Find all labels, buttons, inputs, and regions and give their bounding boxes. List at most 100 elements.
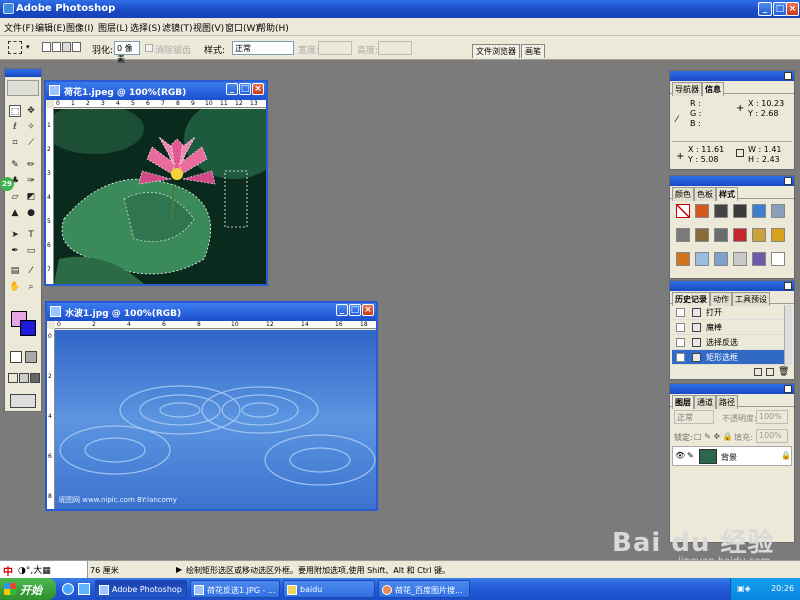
background-color-swatch[interactable] bbox=[20, 320, 36, 336]
style-swatch[interactable] bbox=[752, 228, 766, 242]
menu-help[interactable]: 帮助(H) bbox=[257, 21, 289, 34]
tab-channels[interactable]: 通道 bbox=[694, 395, 716, 409]
close-button[interactable]: × bbox=[786, 2, 799, 16]
antialias-checkbox[interactable] bbox=[145, 44, 153, 52]
document-title-bar[interactable]: 水波1.jpg @ 100%(RGB) _ □ × bbox=[47, 303, 376, 321]
quickmask-mode-icon[interactable] bbox=[25, 351, 37, 363]
style-swatch[interactable] bbox=[676, 252, 690, 266]
standard-mode-icon[interactable] bbox=[10, 351, 22, 363]
tab-tool-presets[interactable]: 工具预设 bbox=[732, 292, 770, 306]
tab-color[interactable]: 颜色 bbox=[672, 187, 694, 201]
history-item[interactable]: 选择反选 bbox=[672, 335, 792, 350]
height-input[interactable] bbox=[378, 41, 412, 55]
healing-brush-icon[interactable]: ✎ bbox=[9, 159, 21, 171]
eraser-tool-icon[interactable]: ▱ bbox=[9, 191, 21, 203]
task-baidu-folder[interactable]: baidu bbox=[283, 580, 375, 598]
gradient-tool-icon[interactable]: ◩ bbox=[25, 191, 37, 203]
style-swatch[interactable] bbox=[695, 204, 709, 218]
tab-styles[interactable]: 样式 bbox=[716, 187, 738, 201]
new-selection-icon[interactable] bbox=[42, 42, 51, 52]
document-window-water[interactable]: 水波1.jpg @ 100%(RGB) _ □ × 0 2 4 6 8 10 12 14 16 1… bbox=[45, 301, 378, 511]
opacity-input[interactable]: 100% bbox=[756, 410, 788, 424]
panel-header[interactable] bbox=[670, 384, 794, 394]
tab-navigator[interactable]: 导航器 bbox=[672, 82, 702, 96]
photoshop-eye-icon[interactable] bbox=[7, 80, 39, 96]
history-scrollbar[interactable] bbox=[784, 305, 792, 365]
lasso-tool-icon[interactable]: ℓ bbox=[9, 121, 21, 133]
style-swatch[interactable] bbox=[714, 252, 728, 266]
ie-icon[interactable] bbox=[62, 583, 74, 595]
ime-bar[interactable]: 中 ◑°,大▦ bbox=[0, 561, 88, 578]
style-swatch[interactable] bbox=[752, 252, 766, 266]
screen-mode-full-menu-icon[interactable] bbox=[19, 373, 29, 383]
menu-filter[interactable]: 滤镜(T) bbox=[162, 21, 193, 34]
history-state-checkbox[interactable] bbox=[676, 323, 685, 332]
menu-layer[interactable]: 图层(L) bbox=[98, 21, 128, 34]
app-title-bar[interactable]: Adobe Photoshop _ □ × bbox=[0, 0, 800, 18]
magic-wand-icon[interactable]: ✧ bbox=[25, 121, 37, 133]
style-swatch[interactable] bbox=[771, 228, 785, 242]
hand-tool-icon[interactable]: ✋ bbox=[9, 281, 21, 293]
style-swatch[interactable] bbox=[771, 204, 785, 218]
width-input[interactable] bbox=[318, 41, 352, 55]
tray-icons[interactable]: ▣◈ bbox=[737, 584, 751, 593]
tab-swatches[interactable]: 色板 bbox=[694, 187, 716, 201]
blur-tool-icon[interactable]: ▲ bbox=[9, 207, 21, 219]
desktop-icon[interactable] bbox=[78, 583, 90, 595]
type-tool-icon[interactable]: T bbox=[25, 229, 37, 241]
tab-paths[interactable]: 路径 bbox=[716, 395, 738, 409]
style-swatch[interactable] bbox=[771, 252, 785, 266]
task-image-viewer[interactable]: 荷花反选1.JPG - ... bbox=[190, 580, 280, 598]
style-swatch[interactable] bbox=[714, 228, 728, 242]
style-swatch[interactable] bbox=[733, 252, 747, 266]
history-item[interactable]: 魔棒 bbox=[672, 320, 792, 335]
style-swatch[interactable] bbox=[733, 228, 747, 242]
panel-header[interactable] bbox=[670, 71, 794, 81]
panel-close-icon[interactable] bbox=[784, 72, 792, 80]
task-photoshop[interactable]: Adobe Photoshop bbox=[95, 580, 187, 598]
history-state-checkbox[interactable] bbox=[676, 338, 685, 347]
style-swatch[interactable] bbox=[752, 204, 766, 218]
document-title-bar[interactable]: 荷花1.jpeg @ 100%(RGB) _ □ × bbox=[46, 82, 266, 100]
history-item[interactable]: 打开 bbox=[672, 305, 792, 320]
screen-mode-full-icon[interactable] bbox=[30, 373, 40, 383]
panel-close-icon[interactable] bbox=[784, 177, 792, 185]
doc-minimize-button[interactable]: _ bbox=[226, 83, 238, 95]
screen-mode-standard-icon[interactable] bbox=[8, 373, 18, 383]
brush-tool-icon[interactable]: ✏ bbox=[25, 159, 37, 171]
menu-window[interactable]: 窗口(W) bbox=[225, 21, 259, 34]
style-swatch[interactable] bbox=[676, 228, 690, 242]
zoom-tool-icon[interactable]: ⌕ bbox=[25, 281, 37, 293]
doc-maximize-button[interactable]: □ bbox=[349, 304, 361, 316]
ime-mode[interactable]: 中 bbox=[3, 563, 13, 578]
notes-tool-icon[interactable]: ▤ bbox=[9, 265, 21, 277]
eye-icon[interactable]: 👁 bbox=[675, 451, 685, 460]
menu-file[interactable]: 文件(F) bbox=[4, 21, 34, 34]
fill-input[interactable]: 100% bbox=[756, 429, 788, 443]
trash-icon[interactable]: 🗑 bbox=[778, 367, 789, 377]
style-swatch[interactable] bbox=[676, 204, 690, 218]
ime-icons[interactable]: ◑°,大▦ bbox=[18, 563, 51, 576]
add-selection-icon[interactable] bbox=[52, 42, 61, 52]
maximize-button[interactable]: □ bbox=[773, 2, 787, 16]
task-browser[interactable]: 荷花_百度图片搜... bbox=[378, 580, 470, 598]
imageready-jump-icon[interactable] bbox=[10, 394, 36, 408]
menu-image[interactable]: 图像(I) bbox=[66, 21, 94, 34]
start-button[interactable]: 开始 bbox=[0, 578, 56, 600]
style-swatch[interactable] bbox=[695, 252, 709, 266]
tab-history[interactable]: 历史记录 bbox=[672, 292, 710, 306]
tab-brushes[interactable]: 画笔 bbox=[521, 44, 545, 58]
style-select[interactable]: 正常 bbox=[232, 41, 294, 55]
history-state-checkbox[interactable] bbox=[676, 353, 685, 362]
pen-tool-icon[interactable]: ✒ bbox=[9, 245, 21, 257]
crop-tool-icon[interactable]: ⌗ bbox=[9, 137, 21, 149]
doc-maximize-button[interactable]: □ bbox=[239, 83, 251, 95]
feather-input[interactable]: 0 像素 bbox=[114, 41, 140, 64]
doc-close-button[interactable]: × bbox=[362, 304, 374, 316]
eyedropper-icon[interactable]: ⁄ bbox=[25, 265, 37, 277]
minimize-button[interactable]: _ bbox=[758, 2, 772, 16]
tab-layers[interactable]: 图层 bbox=[672, 395, 694, 409]
doc-minimize-button[interactable]: _ bbox=[336, 304, 348, 316]
panel-close-icon[interactable] bbox=[784, 385, 792, 393]
document-window-lotus[interactable]: 荷花1.jpeg @ 100%(RGB) _ □ × 0 1 2 3 4 5 6 7 8 9 10 1… bbox=[44, 80, 268, 286]
